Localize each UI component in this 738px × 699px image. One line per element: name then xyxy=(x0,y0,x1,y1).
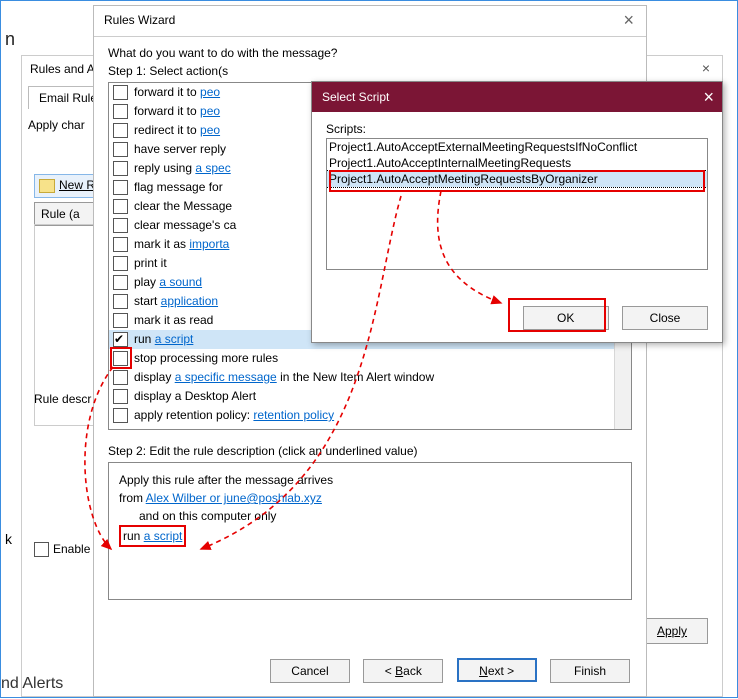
close-icon[interactable]: × xyxy=(703,82,714,112)
action-value-link[interactable]: a specific message xyxy=(175,370,277,384)
action-value-link[interactable]: peo xyxy=(200,85,220,99)
checkbox-icon[interactable] xyxy=(113,370,128,385)
script-item[interactable]: Project1.AutoAcceptMeetingRequestsByOrga… xyxy=(327,171,707,187)
script-item[interactable]: Project1.AutoAcceptExternalMeetingReques… xyxy=(327,139,707,155)
checkbox-icon[interactable] xyxy=(113,275,128,290)
checkbox-icon[interactable] xyxy=(113,294,128,309)
select-script-titlebar: Select Script × xyxy=(312,82,722,112)
close-icon[interactable]: × xyxy=(617,10,640,31)
new-rule-button[interactable]: New R xyxy=(34,174,96,198)
checkbox-icon[interactable] xyxy=(113,199,128,214)
action-value-link[interactable]: application xyxy=(161,294,218,308)
checkbox-icon[interactable] xyxy=(113,123,128,138)
checkbox-icon[interactable] xyxy=(113,104,128,119)
checkbox-icon[interactable] xyxy=(113,256,128,271)
action-text: display a Desktop Alert xyxy=(134,389,256,403)
desc-line: Apply this rule after the message arrive… xyxy=(119,471,621,489)
action-text: in the New Item Alert window xyxy=(277,370,434,384)
action-row[interactable]: stop processing more rules xyxy=(109,349,615,368)
action-text: reply using xyxy=(134,161,195,175)
enable-rules-checkbox[interactable]: Enable xyxy=(34,542,90,557)
action-text: stop processing more rules xyxy=(134,351,278,365)
action-row[interactable]: display a Desktop Alert xyxy=(109,387,615,406)
action-text: forward it to xyxy=(134,104,200,118)
action-text: play xyxy=(134,275,159,289)
action-text: redirect it to xyxy=(134,123,200,137)
select-script-dialog: Select Script × Scripts: Project1.AutoAc… xyxy=(311,81,723,343)
checkbox-icon[interactable] xyxy=(113,313,128,328)
action-text: start xyxy=(134,294,161,308)
checkbox-icon[interactable] xyxy=(113,161,128,176)
action-text: flag message for xyxy=(134,180,223,194)
truncated-heading: nd Alerts xyxy=(1,675,63,693)
checkbox-icon[interactable] xyxy=(113,218,128,233)
select-script-title: Select Script xyxy=(322,90,389,104)
checkbox-icon[interactable] xyxy=(113,142,128,157)
desc-line: run a script xyxy=(119,525,621,547)
wizard-button-row: Cancel < Back Next > Finish xyxy=(94,658,646,688)
apply-changes-label: Apply char xyxy=(28,118,85,132)
run-script-link[interactable]: a script xyxy=(144,529,183,543)
action-value-link[interactable]: a spec xyxy=(195,161,230,175)
truncated-text: n xyxy=(5,29,15,50)
checkbox-icon[interactable] xyxy=(113,351,128,366)
action-text: apply retention policy: xyxy=(134,408,253,422)
scripts-listbox[interactable]: Project1.AutoAcceptExternalMeetingReques… xyxy=(326,138,708,270)
action-row[interactable]: display a specific message in the New It… xyxy=(109,368,615,387)
checkbox-icon[interactable] xyxy=(113,408,128,423)
action-value-link[interactable]: peo xyxy=(200,123,220,137)
wizard-title: Rules Wizard xyxy=(104,13,175,27)
rule-description-box: Apply this rule after the message arrive… xyxy=(108,462,632,600)
rules-alerts-title: Rules and Al xyxy=(30,62,97,76)
cancel-button[interactable]: Cancel xyxy=(270,659,350,683)
truncated-text: k xyxy=(5,531,12,547)
wizard-question: What do you want to do with the message? xyxy=(108,46,632,60)
rules-grid-header: Rule (a xyxy=(34,202,100,226)
checkbox-icon[interactable] xyxy=(113,85,128,100)
checkbox-icon[interactable] xyxy=(113,389,128,404)
close-icon[interactable]: × xyxy=(694,58,718,78)
checkbox-icon[interactable] xyxy=(34,542,49,557)
ok-button[interactable]: OK xyxy=(523,306,609,330)
action-text: display xyxy=(134,370,175,384)
checkbox-icon[interactable] xyxy=(113,332,128,347)
desc-line: and on this computer only xyxy=(119,507,621,525)
desc-line: from Alex Wilber or june@poshlab.xyz xyxy=(119,489,621,507)
step1-label: Step 1: Select action(s xyxy=(108,64,632,78)
action-text: clear the Message xyxy=(134,199,232,213)
action-value-link[interactable]: importa xyxy=(189,237,229,251)
scripts-label: Scripts: xyxy=(326,122,708,136)
action-text: forward it to xyxy=(134,85,200,99)
action-text: mark it as read xyxy=(134,313,213,327)
action-value-link[interactable]: retention policy xyxy=(253,408,334,422)
back-button[interactable]: < Back xyxy=(363,659,443,683)
action-row[interactable]: apply retention policy: retention policy xyxy=(109,406,615,425)
from-people-link[interactable]: Alex Wilber or june@poshlab.xyz xyxy=(146,491,322,505)
close-button[interactable]: Close xyxy=(622,306,708,330)
rule-description-label: Rule descr xyxy=(34,392,91,406)
wizard-titlebar: Rules Wizard × xyxy=(94,6,646,37)
checkbox-icon[interactable] xyxy=(113,237,128,252)
action-value-link[interactable]: a script xyxy=(155,332,194,346)
action-text: have server reply xyxy=(134,142,226,156)
action-value-link[interactable]: peo xyxy=(200,104,220,118)
action-text: print it xyxy=(134,256,167,270)
action-text: run xyxy=(134,332,155,346)
action-text: mark it as xyxy=(134,237,189,251)
action-value-link[interactable]: a sound xyxy=(159,275,202,289)
step2-label: Step 2: Edit the rule description (click… xyxy=(108,444,632,458)
next-button[interactable]: Next > xyxy=(457,658,537,682)
finish-button[interactable]: Finish xyxy=(550,659,630,683)
action-text: clear message's ca xyxy=(134,218,236,232)
script-item[interactable]: Project1.AutoAcceptInternalMeetingReques… xyxy=(327,155,707,171)
checkbox-icon[interactable] xyxy=(113,180,128,195)
